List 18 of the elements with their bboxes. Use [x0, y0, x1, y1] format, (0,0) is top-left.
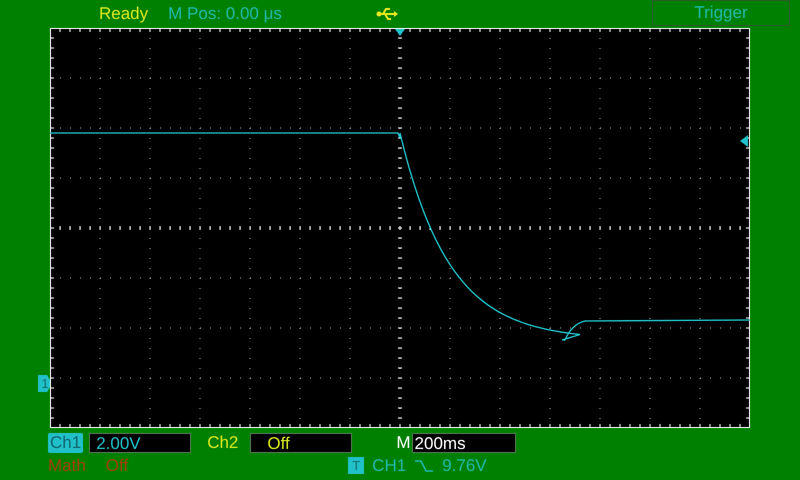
- math-label: Math: [48, 456, 86, 476]
- usb-icon: [376, 8, 398, 20]
- trigger-position-marker: [395, 29, 405, 36]
- channel-scale: 2.00V: [89, 432, 192, 452]
- math-value: Off: [106, 456, 128, 476]
- channel-scale: Off: [250, 432, 352, 452]
- channel-label[interactable]: Ch2: [205, 432, 240, 452]
- trigger-button[interactable]: Trigger: [652, 0, 790, 26]
- horizontal-position: M Pos: 0.00 μs: [168, 4, 282, 24]
- channel-label[interactable]: Ch1: [48, 432, 84, 452]
- trigger-level: 9.76V: [442, 456, 487, 476]
- falling-edge-icon: [414, 458, 434, 472]
- trigger-badge: T: [348, 457, 364, 474]
- timebase-label: M: [396, 432, 411, 452]
- trigger-level-marker: [740, 135, 748, 147]
- status-text: Ready: [99, 4, 148, 24]
- timebase-value: 200ms: [412, 432, 516, 452]
- trigger-source: CH1: [372, 456, 406, 476]
